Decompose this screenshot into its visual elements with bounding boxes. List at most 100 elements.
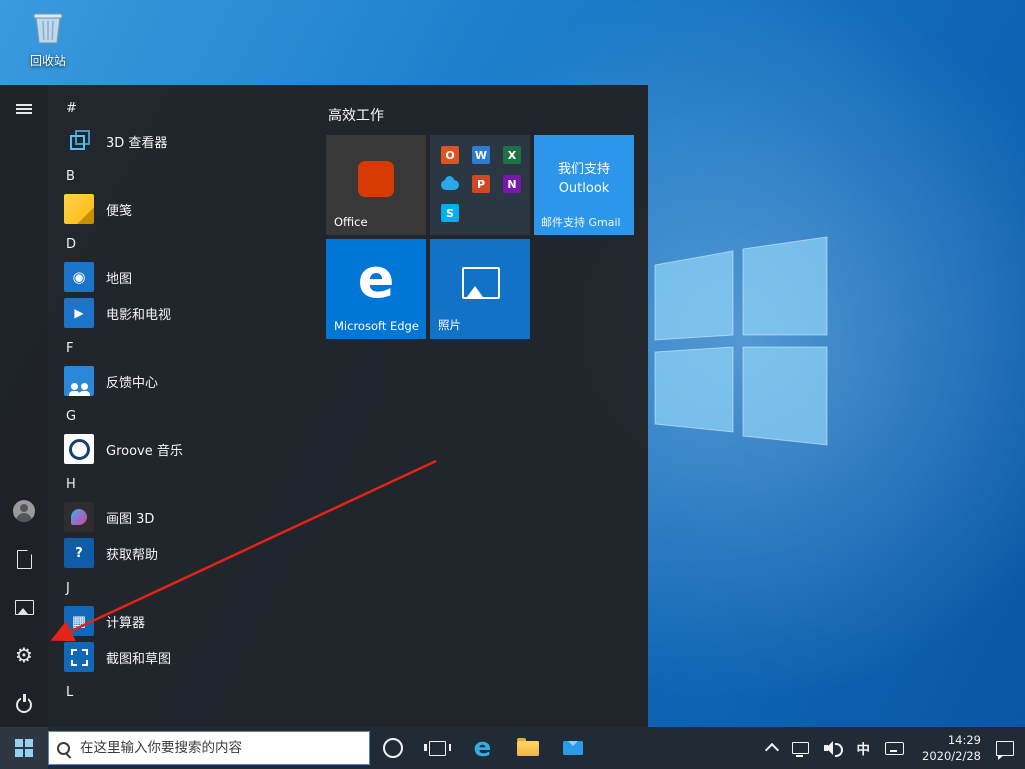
3d-viewer-icon bbox=[64, 126, 94, 156]
start-menu-rail: ⚙ bbox=[0, 85, 48, 727]
office-logo-icon bbox=[358, 161, 394, 197]
onenote-icon: N bbox=[503, 175, 521, 193]
taskbar-search[interactable] bbox=[48, 731, 370, 765]
mail-live-tile-headline: 我们支持 Outlook bbox=[557, 162, 610, 196]
clock: 14:29 2020/2/28 bbox=[919, 732, 981, 764]
office-suite-icons: O W X P N S bbox=[430, 135, 530, 233]
search-input[interactable] bbox=[78, 739, 361, 757]
tile-grid: Office O W X P N S 我们支持 Outlook 邮件支持 Gma… bbox=[326, 135, 634, 339]
tile-microsoft-edge[interactable]: e Microsoft Edge bbox=[326, 239, 426, 339]
section-header[interactable]: G bbox=[48, 399, 314, 431]
gear-icon: ⚙ bbox=[15, 643, 33, 667]
recycle-bin-icon bbox=[33, 13, 63, 44]
cortana-button[interactable] bbox=[370, 727, 415, 769]
snip-sketch-icon bbox=[64, 642, 94, 672]
app-item-sticky-notes[interactable]: 便笺 bbox=[48, 191, 314, 227]
clock-button[interactable]: 14:29 2020/2/28 bbox=[916, 727, 984, 769]
action-center-button[interactable] bbox=[993, 727, 1017, 769]
ime-indicator[interactable]: 中 bbox=[854, 727, 874, 769]
tiles-panel: 高效工作 Office O W X P N S 我们支持 Outlook 邮件支… bbox=[314, 85, 648, 727]
sticky-notes-icon bbox=[64, 194, 94, 224]
volume-button[interactable] bbox=[821, 727, 845, 769]
calculator-icon: ▦ bbox=[64, 606, 94, 636]
app-label: Groove 音乐 bbox=[106, 443, 183, 459]
tile-label: 照片 bbox=[438, 318, 461, 332]
section-header[interactable]: F bbox=[48, 331, 314, 363]
paint-3d-icon bbox=[64, 502, 94, 532]
app-list: # 3D 查看器 B 便笺 D ◉ 地图 ▶ 电影和电视 F 反馈中心 G Gr… bbox=[48, 85, 314, 727]
tile-office[interactable]: Office bbox=[326, 135, 426, 235]
network-button[interactable] bbox=[789, 727, 812, 769]
edge-icon: e bbox=[473, 733, 492, 763]
get-help-icon: ? bbox=[64, 538, 94, 568]
hamburger-icon bbox=[16, 102, 32, 116]
windows-logo-icon bbox=[15, 739, 33, 757]
expand-menu-button[interactable] bbox=[0, 85, 48, 133]
task-view-button[interactable] bbox=[415, 727, 460, 769]
documents-button[interactable] bbox=[0, 535, 48, 583]
wallpaper-windows-logo bbox=[654, 236, 828, 446]
time-label: 14:29 bbox=[947, 732, 981, 747]
tile-photos[interactable]: 照片 bbox=[430, 239, 530, 339]
recycle-bin-label: 回收站 bbox=[29, 54, 66, 68]
start-button[interactable] bbox=[0, 727, 48, 769]
app-label: 获取帮助 bbox=[106, 547, 159, 563]
folder-icon bbox=[516, 737, 539, 756]
chevron-up-icon bbox=[764, 742, 779, 758]
photos-icon bbox=[462, 267, 500, 299]
app-label: 3D 查看器 bbox=[106, 135, 168, 151]
task-view-icon bbox=[424, 740, 451, 756]
app-item-snip-sketch[interactable]: 截图和草图 bbox=[48, 639, 314, 675]
action-center-icon bbox=[996, 740, 1014, 760]
tray-overflow-button[interactable] bbox=[764, 727, 780, 769]
settings-button[interactable]: ⚙ bbox=[0, 631, 48, 679]
file-explorer-button[interactable] bbox=[505, 727, 550, 769]
date-label: 2020/2/28 bbox=[922, 749, 981, 763]
app-item-movies-tv[interactable]: ▶ 电影和电视 bbox=[48, 295, 314, 331]
groove-music-icon bbox=[64, 434, 94, 464]
app-label: 地图 bbox=[106, 271, 133, 287]
user-account-button[interactable] bbox=[0, 487, 48, 535]
search-icon bbox=[57, 741, 70, 755]
network-icon bbox=[791, 742, 809, 757]
tile-mail[interactable]: 我们支持 Outlook 邮件支持 Gmail bbox=[534, 135, 634, 235]
app-item-calculator[interactable]: ▦ 计算器 bbox=[48, 603, 314, 639]
cortana-icon bbox=[382, 738, 403, 758]
keyboard-icon bbox=[885, 741, 904, 755]
mail-taskbar-button[interactable] bbox=[550, 727, 595, 769]
desktop: { "desktop": { "recycle_bin_label": "回收站… bbox=[0, 0, 1025, 769]
edge-taskbar-button[interactable]: e bbox=[460, 727, 505, 769]
app-item-groove-music[interactable]: Groove 音乐 bbox=[48, 431, 314, 467]
touch-keyboard-button[interactable] bbox=[882, 727, 907, 769]
tile-office-suite[interactable]: O W X P N S bbox=[430, 135, 530, 235]
app-label: 电影和电视 bbox=[106, 307, 172, 323]
tile-label: Microsoft Edge bbox=[334, 319, 419, 333]
app-label: 画图 3D bbox=[106, 511, 155, 527]
app-item-3d-viewer[interactable]: 3D 查看器 bbox=[48, 123, 314, 159]
power-button[interactable] bbox=[0, 679, 48, 727]
system-tray: 中 14:29 2020/2/28 bbox=[764, 727, 1025, 769]
section-header[interactable]: D bbox=[48, 227, 314, 259]
app-item-maps[interactable]: ◉ 地图 bbox=[48, 259, 314, 295]
section-header[interactable]: J bbox=[48, 571, 314, 603]
pictures-button[interactable] bbox=[0, 583, 48, 631]
section-header[interactable]: B bbox=[48, 159, 314, 191]
word-icon: W bbox=[472, 146, 490, 164]
mail-icon bbox=[562, 741, 583, 755]
app-item-get-help[interactable]: ? 获取帮助 bbox=[48, 535, 314, 571]
excel-icon: X bbox=[503, 146, 521, 164]
section-header[interactable]: L bbox=[48, 675, 314, 707]
app-item-paint-3d[interactable]: 画图 3D bbox=[48, 499, 314, 535]
section-header[interactable]: H bbox=[48, 467, 314, 499]
app-item-feedback-hub[interactable]: 反馈中心 bbox=[48, 363, 314, 399]
ime-label: 中 bbox=[856, 742, 871, 758]
power-icon bbox=[15, 694, 33, 713]
recycle-bin[interactable]: 回收站 bbox=[16, 8, 80, 69]
app-label: 反馈中心 bbox=[106, 375, 159, 391]
feedback-hub-icon bbox=[64, 366, 94, 396]
tile-group-title[interactable]: 高效工作 bbox=[328, 105, 634, 125]
app-label: 截图和草图 bbox=[106, 651, 172, 667]
user-avatar-icon bbox=[13, 500, 35, 522]
section-header[interactable]: # bbox=[48, 91, 314, 123]
skype-icon: S bbox=[441, 204, 459, 222]
